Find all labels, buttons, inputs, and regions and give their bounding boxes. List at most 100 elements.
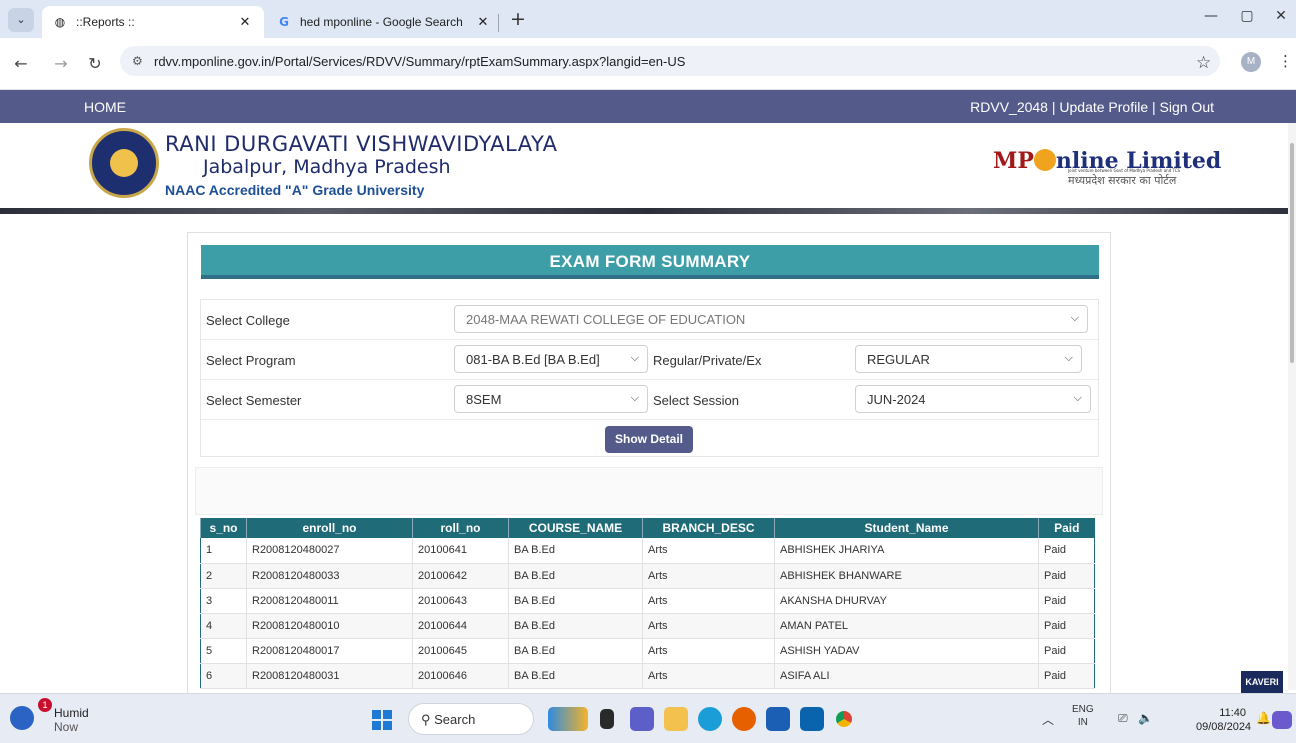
system-clock[interactable]: 11:40 09/08/2024 — [1196, 706, 1251, 734]
bookmark-star-icon[interactable]: ☆ — [1196, 53, 1211, 73]
cell-paid: Paid — [1038, 663, 1095, 689]
restore-button[interactable]: ▢ — [1232, 8, 1262, 24]
cell-branch-desc: Arts — [642, 613, 775, 639]
table-row: 3 R2008120480011 20100643 BA B.Ed Arts A… — [200, 588, 1095, 614]
cell-paid: Paid — [1038, 638, 1095, 664]
col-header-course-name: COURSE_NAME — [508, 518, 643, 538]
taskbar-search-label: Search — [434, 712, 476, 727]
col-header-enroll-no: enroll_no — [246, 518, 413, 538]
table-row: 2 R2008120480033 20100642 BA B.Ed Arts A… — [200, 563, 1095, 589]
university-logo — [89, 128, 159, 198]
cell-roll-no: 20100641 — [412, 538, 509, 564]
url-text: rdvv.mponline.gov.in/Portal/Services/RDV… — [154, 53, 686, 69]
cell-branch-desc: Arts — [642, 638, 775, 664]
college-select[interactable]: 2048-MAA REWATI COLLEGE OF EDUCATION ⌵ — [454, 305, 1088, 333]
clock-time: 11:40 — [1219, 707, 1246, 719]
program-select[interactable]: 081-BA B.Ed [BA B.Ed] ⌵ — [454, 345, 648, 373]
university-title: RANI DURGAVATI VISHWAVIDYALAYA — [165, 132, 558, 156]
file-explorer-icon[interactable] — [664, 707, 688, 731]
tab-reports[interactable]: ◍ ::Reports :: ✕ — [42, 6, 264, 38]
back-arrow-icon[interactable]: ← — [10, 54, 32, 73]
tray-chevron-up-icon[interactable]: ︿ — [1042, 711, 1054, 728]
university-location: Jabalpur, Madhya Pradesh — [203, 156, 451, 178]
tab-google-search[interactable]: G hed mponline - Google Search ✕ — [266, 6, 502, 38]
new-tab-button[interactable]: + — [506, 8, 530, 30]
kaveri-widget[interactable]: KAVERI — [1241, 671, 1283, 693]
cell-roll-no: 20100643 — [412, 588, 509, 614]
cell-paid: Paid — [1038, 563, 1095, 589]
cell-s-no: 1 — [200, 538, 247, 564]
col-header-s-no: s_no — [200, 518, 247, 538]
cell-paid: Paid — [1038, 613, 1095, 639]
cell-s-no: 4 — [200, 613, 247, 639]
chevron-down-icon: ⌵ — [630, 352, 639, 364]
network-icon[interactable]: ⎚ — [1118, 711, 1128, 726]
session-select[interactable]: JUN-2024 ⌵ — [855, 385, 1091, 413]
search-icon: ⚲ — [421, 712, 435, 727]
tab-title: hed mponline - Google Search — [300, 15, 463, 29]
task-view-icon[interactable] — [600, 709, 614, 729]
cell-student-name: ABHISHEK JHARIYA — [774, 538, 1039, 564]
col-header-branch-desc: BRANCH_DESC — [642, 518, 775, 538]
cell-enroll-no: R2008120480010 — [246, 613, 413, 639]
show-detail-button[interactable]: Show Detail — [605, 426, 693, 453]
cell-course-name: BA B.Ed — [508, 663, 643, 689]
minimize-button[interactable]: — — [1196, 8, 1226, 24]
windows-start-icon[interactable] — [372, 710, 392, 730]
notification-badge: 1 — [38, 698, 52, 712]
chrome-icon[interactable] — [832, 707, 856, 731]
weather-sub: Now — [54, 720, 79, 734]
type-label: Regular/Private/Ex — [653, 353, 762, 368]
mail-icon[interactable] — [800, 707, 824, 731]
cell-course-name: BA B.Ed — [508, 638, 643, 664]
tab-divider — [498, 14, 499, 32]
volume-icon[interactable]: 🔈 — [1138, 711, 1153, 725]
window-close-button[interactable]: ✕ — [1266, 8, 1296, 24]
mponline-hindi-tagline: मध्यप्रदेश सरकार का पोर्टल — [1068, 174, 1177, 187]
close-icon[interactable]: ✕ — [474, 15, 492, 30]
program-row: Select Program 081-BA B.Ed [BA B.Ed] ⌵ R… — [201, 340, 1098, 380]
forward-arrow-icon[interactable]: → — [50, 54, 72, 73]
type-value: REGULAR — [867, 352, 930, 367]
browser-toolbar: ← → ↻ ⚙ rdvv.mponline.gov.in/Portal/Serv… — [0, 38, 1296, 90]
teams-icon[interactable] — [630, 707, 654, 731]
copilot-tray-icon[interactable] — [1272, 711, 1292, 729]
close-icon[interactable]: ✕ — [236, 15, 254, 30]
cell-branch-desc: Arts — [642, 588, 775, 614]
user-links[interactable]: RDVV_2048 | Update Profile | Sign Out — [970, 99, 1214, 115]
notification-bell-icon[interactable]: 🔔 — [1256, 711, 1271, 725]
scrollbar-thumb[interactable] — [1290, 143, 1294, 363]
table-header-row: s_no enroll_no roll_no COURSE_NAME BRANC… — [200, 518, 1095, 538]
page-scrollbar[interactable] — [1288, 123, 1296, 690]
weather-title: Humid — [54, 706, 89, 720]
cell-enroll-no: R2008120480011 — [246, 588, 413, 614]
cell-student-name: ASIFA ALI — [774, 663, 1039, 689]
store-icon[interactable] — [766, 707, 790, 731]
address-bar[interactable]: ⚙ rdvv.mponline.gov.in/Portal/Services/R… — [120, 46, 1220, 76]
taskbar-search[interactable]: ⚲ Search — [408, 703, 534, 735]
cell-s-no: 3 — [200, 588, 247, 614]
table-row: 1 R2008120480027 20100641 BA B.Ed Arts A… — [200, 538, 1095, 564]
cell-roll-no: 20100642 — [412, 563, 509, 589]
profile-avatar[interactable]: M — [1241, 52, 1261, 72]
semester-row: Select Semester 8SEM ⌵ Select Session JU… — [201, 380, 1098, 420]
type-select[interactable]: REGULAR ⌵ — [855, 345, 1082, 373]
firefox-icon[interactable] — [732, 707, 756, 731]
browser-menu-icon[interactable]: ⋮ — [1278, 52, 1293, 70]
reload-icon[interactable]: ↻ — [84, 54, 106, 73]
university-name: RANI DURGAVATI VISHWAVIDYALAYA Jabalpur,… — [165, 132, 558, 198]
google-icon: G — [279, 15, 289, 29]
browser-tab-strip: ⌄ ◍ ::Reports :: ✕ G hed mponline - Goog… — [0, 0, 1296, 38]
tab-search-button[interactable]: ⌄ — [8, 8, 34, 32]
cell-roll-no: 20100646 — [412, 663, 509, 689]
exam-summary-table: s_no enroll_no roll_no COURSE_NAME BRANC… — [200, 518, 1095, 689]
university-accreditation: NAAC Accredited "A" Grade University — [165, 182, 425, 198]
semester-select[interactable]: 8SEM ⌵ — [454, 385, 648, 413]
site-info-icon[interactable]: ⚙ — [132, 54, 154, 68]
copilot-app-icon[interactable] — [548, 707, 588, 731]
cell-course-name: BA B.Ed — [508, 538, 643, 564]
edge-icon[interactable] — [698, 707, 722, 731]
cell-enroll-no: R2008120480031 — [246, 663, 413, 689]
language-indicator[interactable]: ENG IN — [1072, 703, 1094, 729]
home-link[interactable]: HOME — [84, 99, 126, 115]
